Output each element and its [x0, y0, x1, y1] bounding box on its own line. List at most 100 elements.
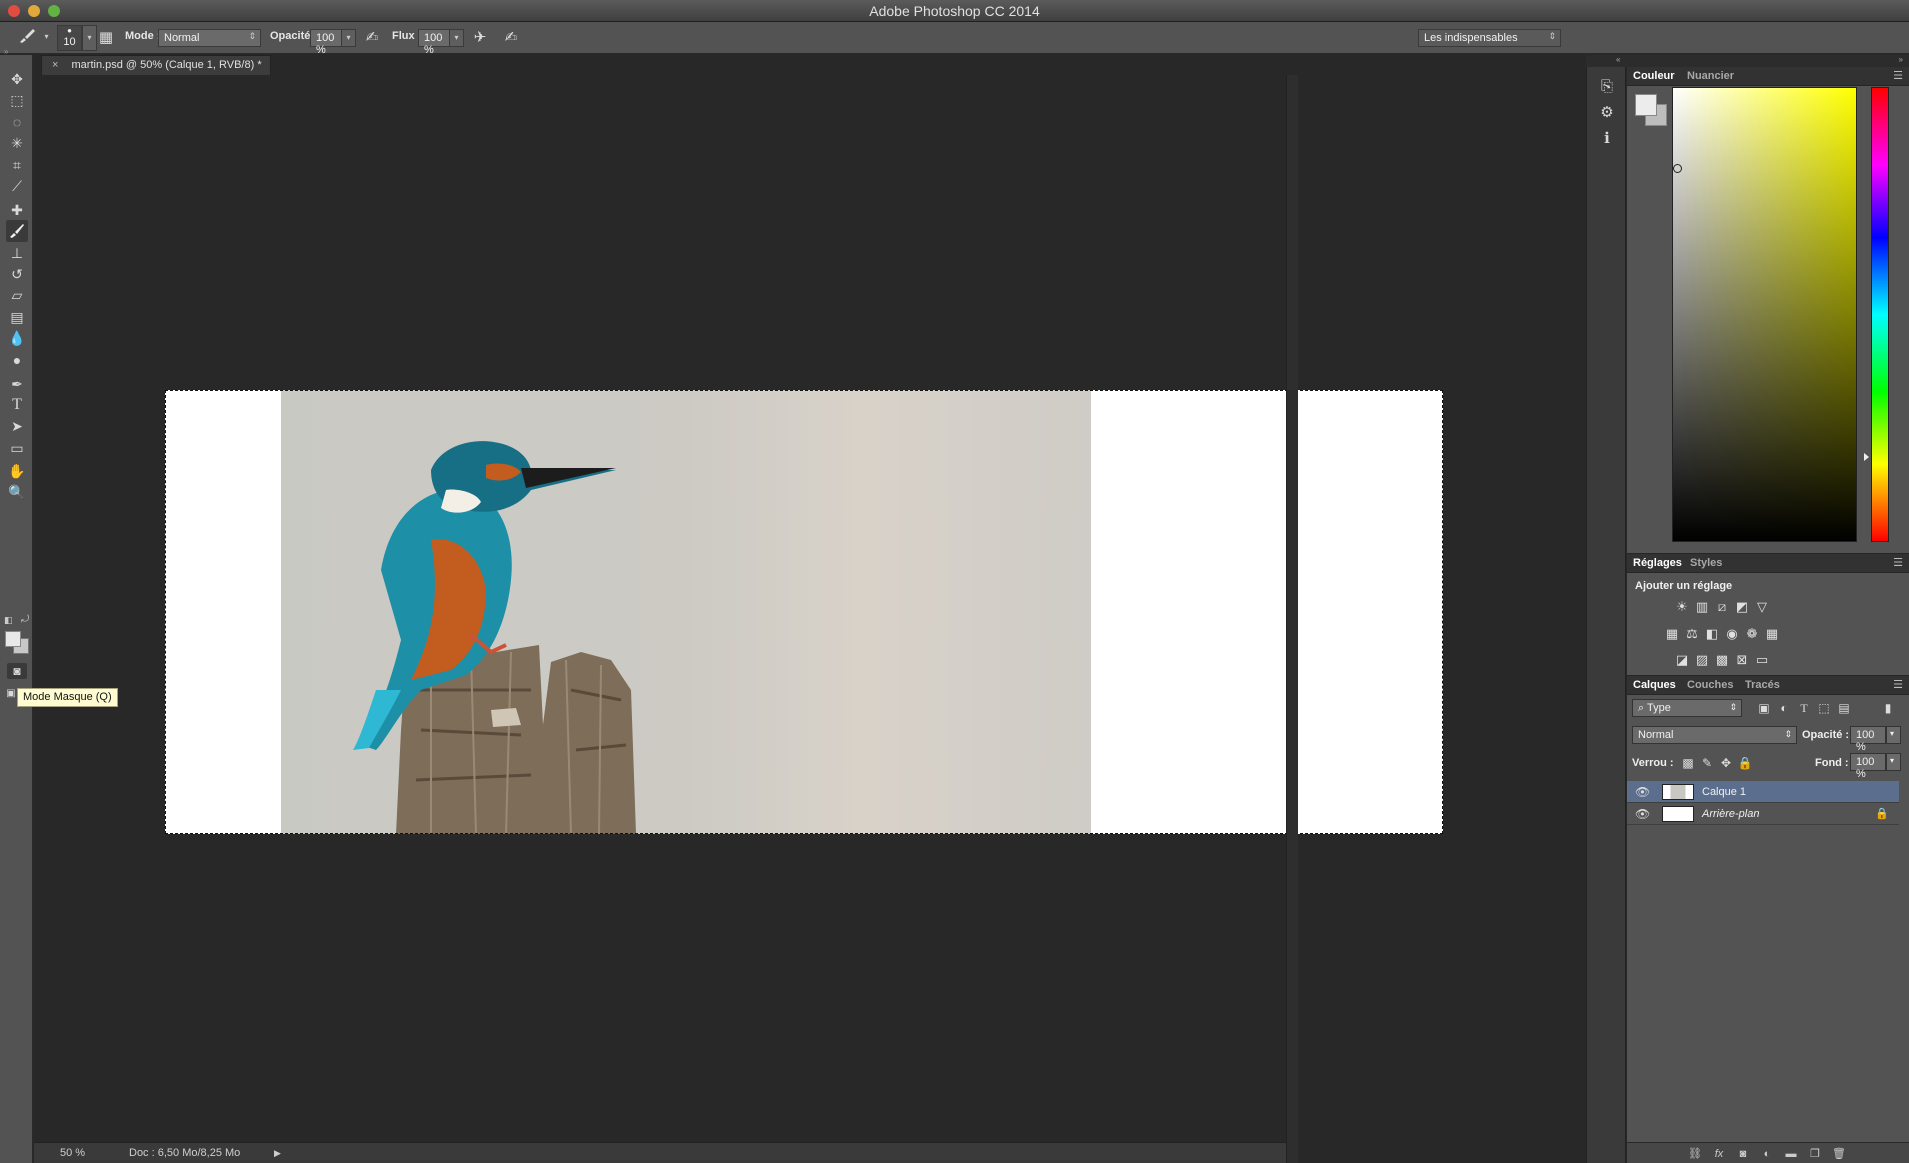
filter-smart-object-icon[interactable]: ▤ [1835, 700, 1853, 716]
mode-select[interactable]: Normal ⇕ [158, 29, 261, 47]
flow-slider-dropdown[interactable]: ▾ [449, 29, 464, 47]
channel-mixer-icon[interactable]: ❁ [1743, 626, 1761, 642]
opacity-slider-dropdown[interactable]: ▾ [341, 29, 356, 47]
brush-preset-dropdown[interactable]: ▾ [39, 29, 54, 47]
hue-slider[interactable] [1871, 87, 1889, 542]
move-tool-icon[interactable]: ✥ [6, 68, 28, 90]
lock-transparency-icon[interactable]: ▩ [1679, 755, 1697, 771]
levels-icon[interactable]: ▥ [1693, 599, 1711, 615]
saturation-value-field[interactable] [1672, 87, 1857, 542]
tab-nuancier[interactable]: Nuancier [1687, 70, 1734, 82]
hand-tool-icon[interactable]: ✋ [6, 460, 28, 482]
info-panel-icon[interactable]: ℹ [1595, 127, 1619, 151]
brightness-contrast-icon[interactable]: ☀ [1673, 599, 1691, 615]
invert-icon[interactable]: ◪ [1673, 652, 1691, 668]
magic-wand-tool-icon[interactable]: ✳ [6, 132, 28, 154]
tab-couches[interactable]: Couches [1687, 679, 1733, 691]
document-tab[interactable]: × martin.psd @ 50% (Calque 1, RVB/8) * [41, 55, 271, 75]
clone-stamp-tool-icon[interactable]: ⊥ [6, 242, 28, 264]
screen-mode-icon[interactable]: ▣ [4, 687, 18, 701]
photo-filter-icon[interactable]: ◉ [1723, 626, 1741, 642]
color-lookup-icon[interactable]: ▦ [1763, 626, 1781, 642]
color-picker-handle[interactable] [1673, 164, 1682, 173]
brush-preset-icon[interactable] [16, 28, 38, 48]
filter-type-icon[interactable]: T [1795, 700, 1813, 716]
path-selection-tool-icon[interactable]: ➤ [6, 415, 28, 437]
rectangle-tool-icon[interactable]: ▭ [6, 437, 28, 459]
layer-filter-select[interactable]: ⌕ Type ⇕ [1632, 699, 1742, 717]
fill-input[interactable]: 100 % [1850, 753, 1886, 780]
quick-mask-icon[interactable]: ◙ [7, 663, 27, 679]
color-balance-icon[interactable]: ⚖ [1683, 626, 1701, 642]
canvas-vertical-scrollbar[interactable] [1286, 75, 1298, 1163]
dodge-tool-icon[interactable]: ● [6, 349, 28, 371]
gradient-map-icon[interactable]: ▭ [1753, 652, 1771, 668]
foreground-color-swatch[interactable] [5, 631, 21, 647]
rectangular-marquee-tool-icon[interactable]: ⬚ [6, 89, 28, 111]
close-tab-icon[interactable]: × [52, 59, 58, 71]
black-white-icon[interactable]: ◧ [1703, 626, 1721, 642]
layer-opacity-dropdown[interactable]: ▾ [1886, 726, 1901, 744]
pressure-opacity-icon[interactable]: ✍ [361, 28, 383, 48]
opacity-input[interactable]: 100 % [310, 29, 342, 56]
delete-layer-trash-icon[interactable]: 🗑 [1831, 1146, 1847, 1162]
vibrance-icon[interactable]: ▽ [1753, 599, 1771, 615]
lock-image-icon[interactable]: ✎ [1698, 755, 1716, 771]
filter-shape-icon[interactable]: ⬚ [1815, 700, 1833, 716]
brush-size-picker[interactable]: ● 10 [57, 25, 82, 51]
brush-panel-toggle-icon[interactable]: ▦ [95, 28, 117, 48]
filter-pixel-icon[interactable]: ▣ [1755, 700, 1773, 716]
selective-color-icon[interactable]: ⊠ [1733, 652, 1751, 668]
hue-slider-handle[interactable] [1864, 453, 1869, 461]
posterize-icon[interactable]: ▨ [1693, 652, 1711, 668]
fill-dropdown[interactable]: ▾ [1886, 753, 1901, 771]
zoom-tool-icon[interactable]: 🔍 [6, 481, 28, 503]
workspace-select[interactable]: Les indispensables ⇕ [1418, 29, 1561, 47]
visibility-eye-icon[interactable]: 👁 [1635, 807, 1650, 821]
layer-style-fx-icon[interactable]: fx [1711, 1146, 1727, 1162]
layer-row-calque-1[interactable]: 👁 Calque 1 [1627, 781, 1899, 803]
zoom-level[interactable]: 50 % [60, 1147, 85, 1159]
lasso-tool-icon[interactable]: ◌ [6, 111, 28, 133]
crop-tool-icon[interactable]: ⌗ [6, 154, 28, 176]
panel-menu-icon[interactable]: ☰ [1893, 556, 1903, 569]
tab-calques[interactable]: Calques [1633, 679, 1676, 691]
default-colors-icon[interactable]: ◧ [4, 615, 13, 626]
history-panel-icon[interactable]: ⎘ [1595, 75, 1619, 99]
eyedropper-tool-icon[interactable]: ⟋ [6, 175, 28, 197]
collapse-right-icon[interactable]: » [1899, 55, 1903, 64]
curves-icon[interactable]: ⧄ [1713, 599, 1731, 615]
healing-brush-tool-icon[interactable]: ✚ [6, 199, 28, 221]
flow-input[interactable]: 100 % [418, 29, 450, 56]
new-adjustment-layer-icon[interactable]: ◐ [1759, 1146, 1775, 1162]
exposure-icon[interactable]: ◩ [1733, 599, 1751, 615]
visibility-eye-icon[interactable]: 👁 [1635, 785, 1650, 799]
foreground-color-swatch[interactable] [1635, 94, 1657, 116]
lock-all-icon[interactable]: 🔒 [1736, 755, 1754, 771]
brush-tool-icon[interactable] [6, 220, 28, 242]
hue-saturation-icon[interactable]: ▦ [1663, 626, 1681, 642]
properties-panel-icon[interactable]: ⚙ [1595, 101, 1619, 125]
type-tool-icon[interactable]: T [6, 394, 28, 416]
blur-tool-icon[interactable]: 💧 [6, 327, 28, 349]
tab-traces[interactable]: Tracés [1745, 679, 1780, 691]
gradient-tool-icon[interactable]: ▤ [6, 306, 28, 328]
new-layer-icon[interactable]: ❐ [1807, 1146, 1823, 1162]
collapse-panel-icon[interactable]: » [4, 47, 8, 56]
threshold-icon[interactable]: ▩ [1713, 652, 1731, 668]
pen-tool-icon[interactable]: ✒ [6, 373, 28, 395]
blend-mode-select[interactable]: Normal ⇕ [1632, 726, 1797, 744]
eraser-tool-icon[interactable]: ▱ [6, 284, 28, 306]
layer-row-arriere-plan[interactable]: 👁 Arrière-plan 🔒 [1627, 803, 1899, 825]
status-menu-arrow-icon[interactable]: ▶ [274, 1148, 281, 1159]
filter-adjustment-icon[interactable]: ◐ [1775, 700, 1793, 716]
new-group-folder-icon[interactable]: ▬ [1783, 1146, 1799, 1162]
tab-styles[interactable]: Styles [1690, 557, 1722, 569]
pressure-size-icon[interactable]: ✍ [500, 28, 522, 48]
airbrush-icon[interactable]: ✈ [469, 28, 491, 48]
link-layers-icon[interactable]: ⛓ [1687, 1146, 1703, 1162]
layer-opacity-input[interactable]: 100 % [1850, 726, 1886, 753]
history-brush-tool-icon[interactable]: ↺ [6, 263, 28, 285]
panel-menu-icon[interactable]: ☰ [1893, 69, 1903, 82]
collapse-left-icon[interactable]: « [1616, 55, 1620, 64]
